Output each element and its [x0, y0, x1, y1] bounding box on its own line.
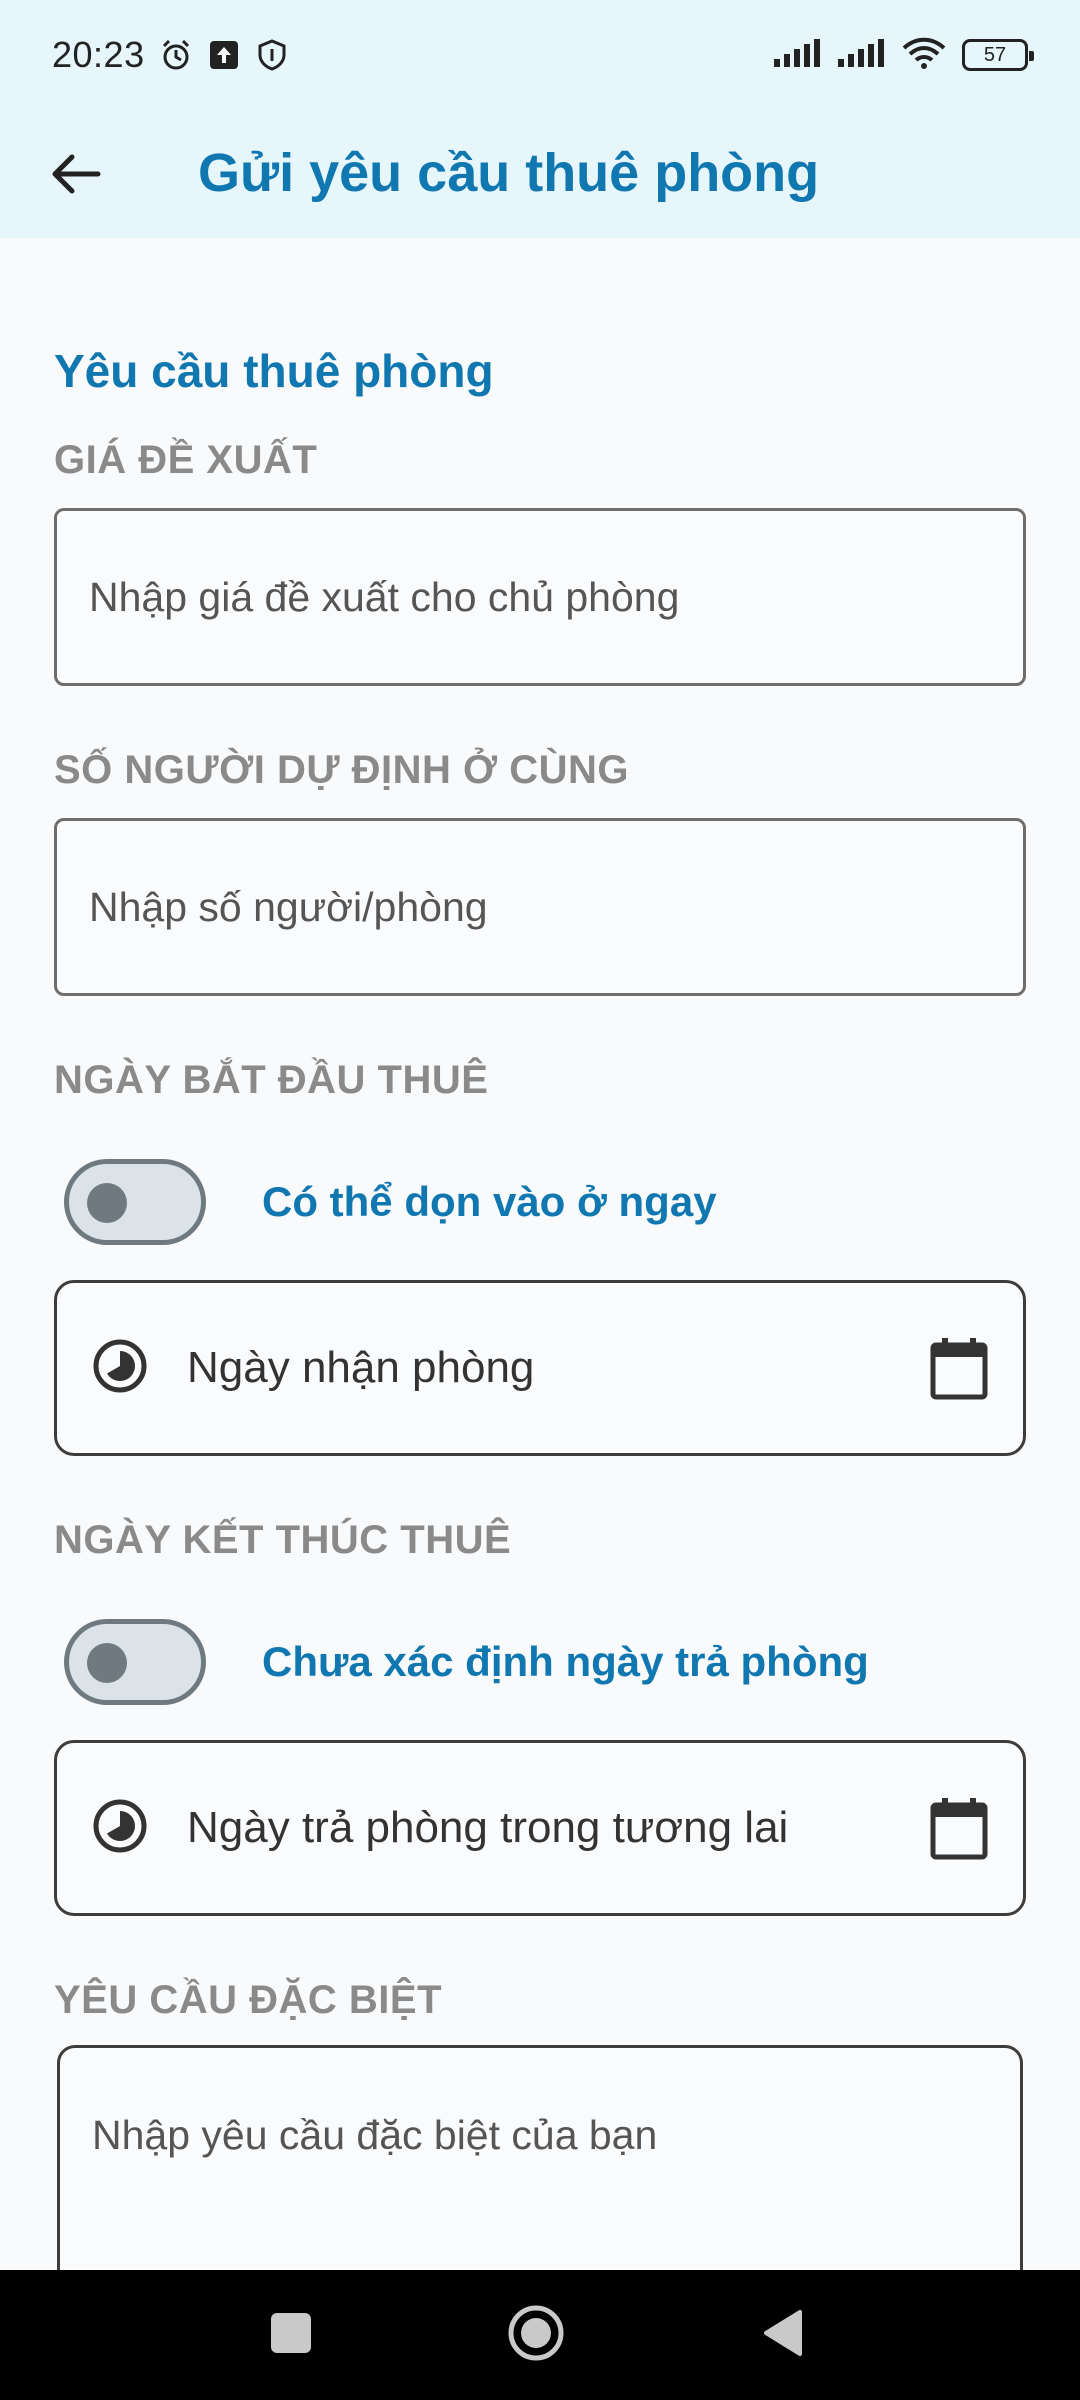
- status-right: 57: [772, 36, 1034, 75]
- battery-level: 57: [983, 43, 1007, 66]
- special-request-label: YÊU CẦU ĐẶC BIỆT: [54, 1978, 443, 2022]
- status-left: 20:23: [52, 34, 289, 76]
- calendar-icon[interactable]: [929, 1337, 989, 1406]
- check-out-date-text: Ngày trả phòng trong tương lai: [187, 1803, 789, 1852]
- battery-icon: 57: [962, 39, 1034, 71]
- home-circle-icon: [506, 2303, 566, 2368]
- status-time: 20:23: [52, 34, 145, 75]
- end-date-label: NGÀY KẾT THÚC THUÊ: [54, 1518, 512, 1562]
- section-title: Yêu cầu thuê phòng: [54, 345, 494, 397]
- occupants-field-container: [54, 818, 1026, 996]
- price-field-container: [54, 508, 1026, 686]
- square-icon: [269, 2311, 313, 2360]
- undetermined-checkout-label[interactable]: Chưa xác định ngày trả phòng: [262, 1638, 869, 1686]
- check-in-date-text: Ngày nhận phòng: [187, 1343, 535, 1392]
- upload-icon: [207, 38, 241, 72]
- alarm-icon: [159, 38, 193, 72]
- signal-icon: [772, 37, 822, 74]
- check-out-date-field[interactable]: Ngày trả phòng trong tương lai: [54, 1740, 1026, 1916]
- page-title: Gửi yêu cầu thuê phòng: [198, 143, 820, 203]
- occupants-input[interactable]: [89, 883, 1023, 931]
- back-nav-button[interactable]: [750, 2302, 816, 2368]
- shield-icon: [255, 38, 289, 72]
- home-button[interactable]: [503, 2302, 569, 2368]
- toggle-knob: [87, 1183, 127, 1223]
- move-in-now-row: Có thể dọn vào ở ngay: [64, 1159, 717, 1245]
- start-date-label: NGÀY BẮT ĐẦU THUÊ: [54, 1058, 489, 1102]
- status-bar: 20:23 57: [0, 0, 1080, 110]
- clock-icon: [91, 1337, 149, 1400]
- move-in-now-toggle[interactable]: [64, 1159, 206, 1245]
- clock-icon: [91, 1797, 149, 1860]
- signal-icon: [836, 37, 886, 74]
- arrow-left-icon: [50, 152, 102, 201]
- toggle-knob: [87, 1643, 127, 1683]
- triangle-back-icon: [760, 2308, 806, 2363]
- back-button[interactable]: [40, 140, 112, 212]
- wifi-icon: [900, 36, 948, 75]
- undetermined-checkout-toggle[interactable]: [64, 1619, 206, 1705]
- move-in-now-label[interactable]: Có thể dọn vào ở ngay: [262, 1178, 717, 1226]
- app-bar: Gửi yêu cầu thuê phòng: [0, 110, 1080, 238]
- check-in-date-field[interactable]: Ngày nhận phòng: [54, 1280, 1026, 1456]
- price-label: GIÁ ĐỀ XUẤT: [54, 438, 318, 482]
- recents-button[interactable]: [258, 2302, 324, 2368]
- system-nav-bar: [0, 2270, 1080, 2400]
- price-input[interactable]: [89, 573, 1023, 621]
- occupants-label: SỐ NGƯỜI DỰ ĐỊNH Ở CÙNG: [54, 748, 630, 792]
- calendar-icon[interactable]: [929, 1797, 989, 1866]
- undetermined-checkout-row: Chưa xác định ngày trả phòng: [64, 1619, 869, 1705]
